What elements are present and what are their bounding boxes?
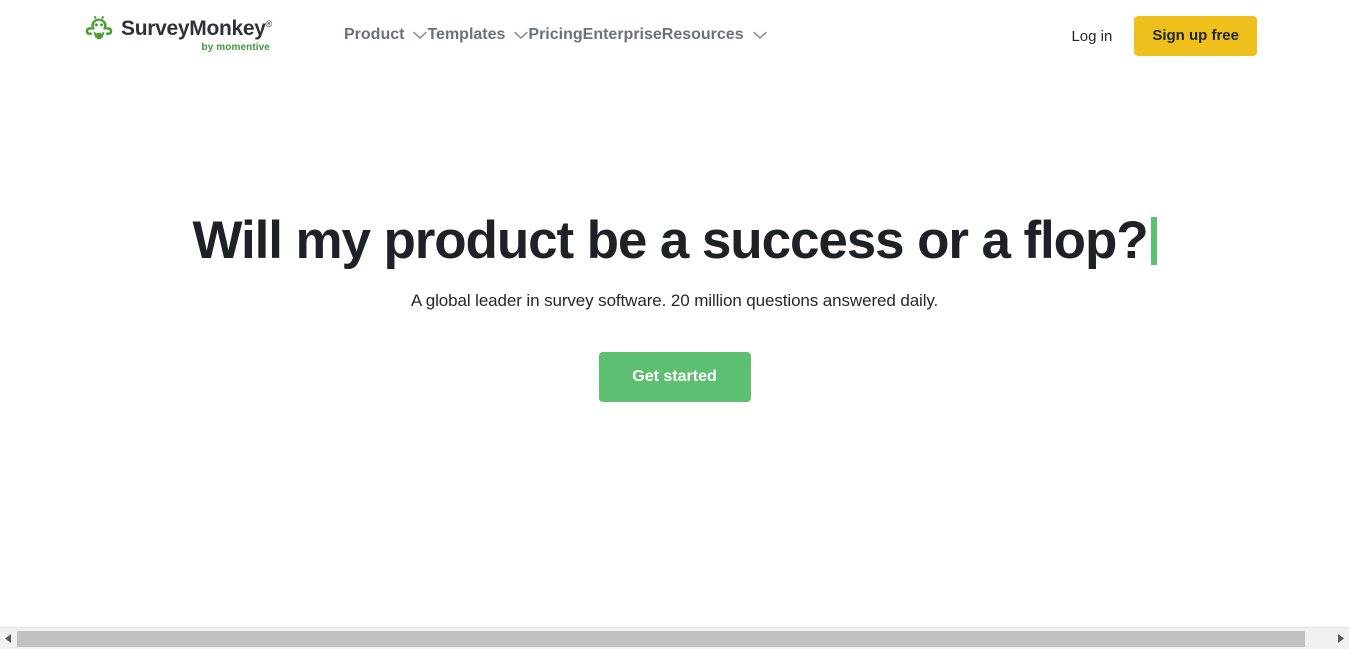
nav-item-enterprise-label: Enterprise	[582, 26, 662, 43]
nav-item-product[interactable]: Product	[344, 24, 428, 46]
primary-navigation: Product Templates Pricing Enterprise Res…	[344, 24, 767, 46]
nav-item-pricing[interactable]: Pricing	[528, 24, 582, 46]
hero-subheadline: A global leader in survey software. 20 m…	[410, 291, 939, 311]
registered-mark: ®	[265, 18, 273, 29]
horizontal-scrollbar[interactable]	[0, 627, 1349, 649]
logo-tagline: by momentive	[201, 42, 270, 53]
browser-page: SurveyMonkey® by momentive Product Templ…	[0, 0, 1349, 649]
signup-free-button[interactable]: Sign up free	[1134, 16, 1257, 56]
nav-item-resources[interactable]: Resources	[662, 24, 767, 46]
nav-item-resources-label: Resources	[661, 26, 744, 43]
hero-headline-row: Will my product be a success or a flop?	[192, 211, 1157, 270]
nav-item-templates-label: Templates	[427, 26, 506, 43]
triangle-left-icon[interactable]	[0, 628, 17, 649]
nav-item-product-label: Product	[344, 26, 405, 43]
get-started-button[interactable]: Get started	[598, 352, 751, 403]
chevron-down-icon	[413, 31, 428, 40]
nav-item-templates[interactable]: Templates	[427, 24, 529, 46]
nav-item-pricing-label: Pricing	[528, 26, 583, 43]
chevron-down-icon	[514, 31, 529, 40]
auth-actions: Log in Sign up free	[1067, 16, 1257, 56]
chevron-down-icon	[752, 31, 767, 40]
login-link[interactable]: Log in	[1067, 28, 1116, 45]
nav-item-enterprise[interactable]: Enterprise	[583, 24, 662, 46]
scrollbar-track[interactable]	[17, 628, 1332, 649]
hero-section: Will my product be a success or a flop? …	[0, 72, 1349, 627]
surveymonkey-monkey-icon	[84, 16, 114, 40]
typing-cursor	[1150, 216, 1157, 265]
site-header: SurveyMonkey® by momentive Product Templ…	[0, 0, 1349, 72]
hero-headline: Will my product be a success or a flop?	[192, 211, 1148, 270]
logo-row: SurveyMonkey®	[84, 16, 272, 40]
logo-wordmark: SurveyMonkey®	[121, 16, 273, 40]
scrollbar-thumb[interactable]	[17, 630, 1305, 647]
surveymonkey-logo[interactable]: SurveyMonkey® by momentive	[84, 16, 272, 53]
triangle-right-icon[interactable]	[1332, 628, 1349, 649]
